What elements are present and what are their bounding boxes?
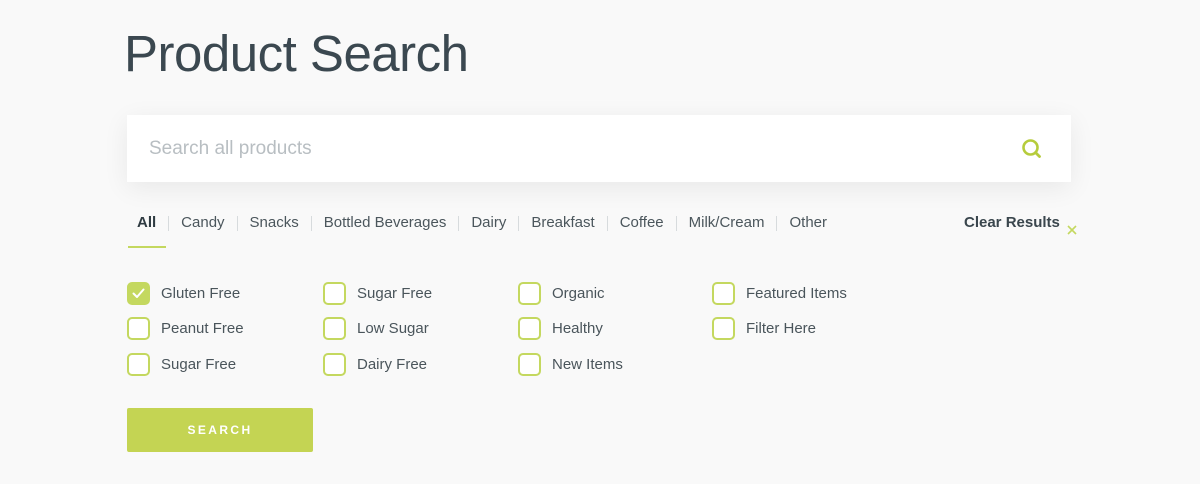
- filter-checkbox[interactable]: [712, 282, 735, 305]
- filter-checkbox[interactable]: [518, 282, 541, 305]
- filter-option[interactable]: Gluten Free: [127, 282, 240, 305]
- search-box: [127, 115, 1071, 182]
- tab-breakfast[interactable]: Breakfast: [531, 208, 594, 238]
- filter-option[interactable]: Healthy: [518, 317, 603, 340]
- close-icon: [1066, 217, 1078, 235]
- filter-checkbox[interactable]: [712, 317, 735, 340]
- filter-checkbox[interactable]: [518, 317, 541, 340]
- search-input[interactable]: [149, 115, 989, 182]
- clear-results-button[interactable]: Clear Results: [964, 208, 1078, 238]
- page-title: Product Search: [124, 25, 469, 82]
- tab-other[interactable]: Other: [789, 208, 827, 238]
- filter-checkbox[interactable]: [127, 317, 150, 340]
- filter-label: Sugar Free: [357, 285, 433, 302]
- filter-checkbox[interactable]: [323, 282, 346, 305]
- filter-option[interactable]: Featured Items: [712, 282, 847, 305]
- filter-label: New Items: [552, 356, 623, 373]
- filter-label: Dairy Free: [357, 356, 428, 373]
- tab-separator: [310, 216, 312, 231]
- tab-candy[interactable]: Candy: [181, 208, 224, 238]
- filter-option[interactable]: Sugar Free: [127, 353, 236, 376]
- filter-label: Sugar Free: [161, 356, 237, 373]
- tab-dairy[interactable]: Dairy: [471, 208, 506, 238]
- tab-coffee[interactable]: Coffee: [620, 208, 664, 238]
- tab-all[interactable]: All: [127, 208, 167, 248]
- tab-separator: [168, 216, 170, 231]
- check-icon: [132, 288, 145, 298]
- tab-snacks[interactable]: Snacks: [250, 208, 299, 238]
- search-icon[interactable]: [1020, 137, 1044, 161]
- tab-milk-cream[interactable]: Milk/Cream: [689, 208, 765, 238]
- filter-label: Organic: [552, 285, 605, 302]
- filter-option[interactable]: Sugar Free: [323, 282, 432, 305]
- filter-label: Low Sugar: [357, 320, 429, 337]
- tab-separator: [518, 216, 520, 231]
- filter-option[interactable]: New Items: [518, 353, 623, 376]
- filter-option[interactable]: Dairy Free: [323, 353, 427, 376]
- search-button[interactable]: SEARCH: [127, 408, 313, 452]
- filter-option[interactable]: Low Sugar: [323, 317, 429, 340]
- filter-checkbox[interactable]: [127, 353, 150, 376]
- tab-bottled-beverages[interactable]: Bottled Beverages: [324, 208, 447, 238]
- tab-separator: [236, 216, 238, 231]
- filter-checkbox[interactable]: [127, 282, 150, 305]
- filter-label: Gluten Free: [161, 285, 241, 302]
- tab-separator: [606, 216, 608, 231]
- tab-separator: [675, 216, 677, 231]
- filter-option[interactable]: Filter Here: [712, 317, 816, 340]
- tab-separator: [776, 216, 778, 231]
- filter-checkbox[interactable]: [518, 353, 541, 376]
- filter-label: Filter Here: [746, 320, 817, 337]
- filter-checkbox[interactable]: [323, 317, 346, 340]
- filter-label: Featured Items: [746, 285, 847, 302]
- product-search-page: Product Search All Candy Snacks Bottled Bev…: [0, 0, 1200, 484]
- filter-label: Peanut Free: [161, 320, 244, 337]
- filter-label: Healthy: [552, 320, 603, 337]
- category-tabs: All Candy Snacks Bottled Beverages Dairy Brea…: [127, 208, 827, 248]
- clear-results-label: Clear Results: [964, 214, 1060, 231]
- tab-separator: [458, 216, 460, 231]
- filter-checkbox[interactable]: [323, 353, 346, 376]
- filter-option[interactable]: Organic: [518, 282, 605, 305]
- filter-option[interactable]: Peanut Free: [127, 317, 244, 340]
